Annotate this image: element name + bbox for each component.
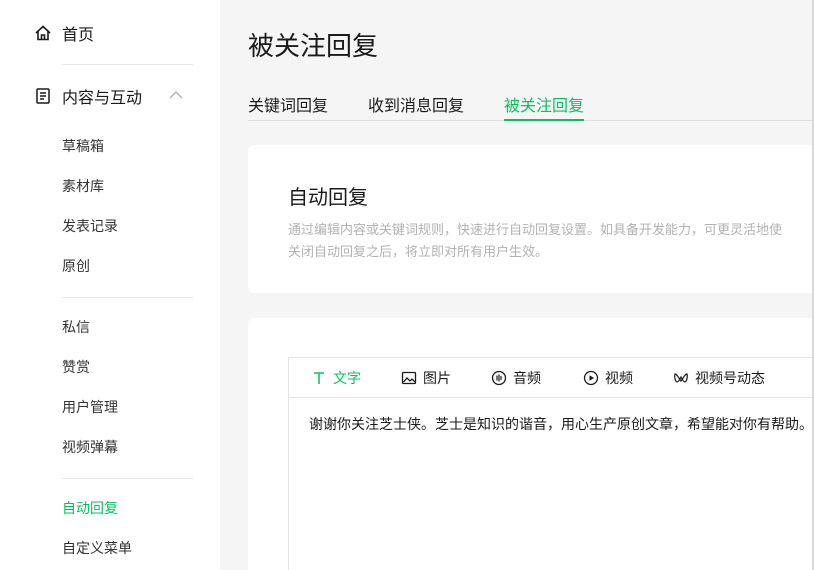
- reply-editor-card: 文字 图片 音频 视频 视频号动态 谢谢你关注芝士侠。芝士是知识的谐音，用心生产…: [248, 318, 814, 570]
- reply-content[interactable]: 谢谢你关注芝士侠。芝士是知识的谐音，用心生产原创文章，希望能对你有帮助。: [309, 414, 813, 434]
- sidebar-divider: [62, 478, 193, 479]
- sidebar-item-label: 内容与互动: [62, 88, 143, 107]
- sidebar-item-home[interactable]: 首页: [34, 18, 94, 48]
- tool-audio[interactable]: 音频: [491, 358, 541, 398]
- sidebar-divider: [62, 64, 193, 65]
- editor-toolbar: 文字 图片 音频 视频 视频号动态: [289, 358, 814, 398]
- channels-icon: [674, 373, 688, 383]
- sidebar-item-original[interactable]: 原创: [62, 256, 90, 278]
- sidebar-item-messages[interactable]: 私信: [62, 317, 90, 339]
- audio-icon: [491, 370, 507, 386]
- tool-image[interactable]: 图片: [401, 358, 451, 398]
- sidebar-item-content[interactable]: 内容与互动: [34, 81, 142, 111]
- chevron-up-icon[interactable]: [168, 89, 184, 101]
- reply-editor: 文字 图片 音频 视频 视频号动态 谢谢你关注芝士侠。芝士是知识的谐音，用心生产…: [288, 357, 814, 570]
- home-icon: [34, 24, 52, 42]
- sidebar-item-custom-menu[interactable]: 自定义菜单: [62, 538, 132, 560]
- sidebar-item-label: 首页: [62, 25, 95, 44]
- sidebar-divider: [62, 297, 193, 298]
- app-root: 首页 内容与互动 草稿箱 素材库 发表记录 原创 私信 赞赏 用户管理 视频弹幕…: [0, 0, 814, 570]
- sidebar-item-materials[interactable]: 素材库: [62, 176, 104, 198]
- tab-follow-reply[interactable]: 被关注回复: [504, 92, 585, 121]
- sidebar-item-drafts[interactable]: 草稿箱: [62, 136, 104, 158]
- document-icon: [34, 87, 52, 105]
- sidebar-item-video-danmaku[interactable]: 视频弹幕: [62, 437, 118, 459]
- tool-video[interactable]: 视频: [583, 358, 633, 398]
- tool-channels[interactable]: 视频号动态: [673, 358, 765, 398]
- auto-reply-card: 自动回复 通过编辑内容或关键词规则，快速进行自动回复设置。如具备开发能力，可更灵…: [248, 145, 814, 293]
- tab-message-reply[interactable]: 收到消息回复: [368, 92, 464, 120]
- tab-bar: 关键词回复 收到消息回复 被关注回复: [248, 92, 814, 121]
- auto-reply-title: 自动回复: [288, 185, 368, 209]
- tool-text[interactable]: 文字: [311, 358, 361, 398]
- sidebar: 首页 内容与互动 草稿箱 素材库 发表记录 原创 私信 赞赏 用户管理 视频弹幕…: [0, 0, 220, 570]
- sidebar-item-users[interactable]: 用户管理: [62, 397, 118, 419]
- sidebar-item-auto-reply[interactable]: 自动回复: [62, 498, 118, 520]
- text-icon: [314, 372, 324, 384]
- sidebar-item-rewards[interactable]: 赞赏: [62, 357, 90, 379]
- page-title: 被关注回复: [248, 32, 379, 62]
- auto-reply-description: 通过编辑内容或关键词规则，快速进行自动回复设置。如具备开发能力，可更灵活地使: [288, 223, 783, 238]
- video-icon: [583, 370, 599, 386]
- auto-reply-note: 关闭自动回复之后，将立即对所有用户生效。: [288, 245, 549, 260]
- image-icon: [401, 371, 417, 385]
- sidebar-item-publish-records[interactable]: 发表记录: [62, 216, 118, 238]
- tab-keyword-reply[interactable]: 关键词回复: [248, 92, 328, 120]
